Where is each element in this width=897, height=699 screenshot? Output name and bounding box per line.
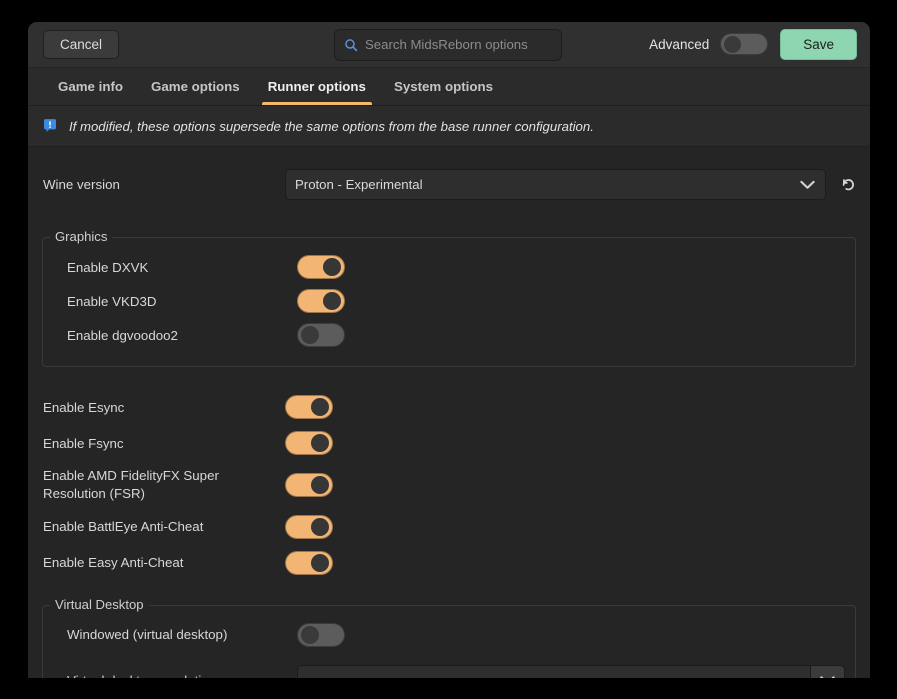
enable-fsr-toggle[interactable]	[285, 472, 333, 497]
cancel-button[interactable]: Cancel	[43, 29, 120, 60]
chevron-down-icon	[800, 180, 815, 189]
enable-esync-label: Enable Esync	[43, 399, 125, 415]
search-input[interactable]	[365, 37, 552, 52]
wine-version-label: Wine version	[43, 177, 120, 192]
info-icon	[44, 119, 56, 132]
graphics-group: Graphics Enable DXVK Enable VKD3D Enable…	[42, 229, 856, 367]
toggle-knob	[311, 398, 329, 416]
toggle-knob	[311, 434, 329, 452]
info-banner: If modified, these options supersede the…	[28, 106, 870, 147]
enable-fsr-label: Enable AMD FidelityFX Super Resolution (…	[43, 468, 219, 501]
option-row-enable-fsr: Enable AMD FidelityFX Super Resolution (…	[43, 461, 856, 509]
undo-arrow-icon	[842, 179, 854, 191]
windowed-label: Windowed (virtual desktop)	[67, 627, 228, 643]
advanced-toggle[interactable]	[720, 33, 769, 56]
toggle-knob	[301, 625, 319, 644]
tab-bar: Game info Game options Runner options Sy…	[28, 68, 870, 106]
header-right-group: Advanced Save	[649, 28, 857, 61]
tab-game-info[interactable]: Game info	[44, 68, 137, 105]
wine-version-select[interactable]: Proton - Experimental	[285, 169, 826, 200]
enable-dxvk-label: Enable DXVK	[67, 259, 149, 275]
virtual-desktop-group-title: Virtual Desktop	[50, 596, 149, 612]
enable-dgvoodoo2-label: Enable dgvoodoo2	[67, 327, 178, 343]
tab-runner-options[interactable]: Runner options	[254, 68, 380, 105]
toggle-knob	[323, 258, 341, 276]
enable-fsync-label: Enable Fsync	[43, 435, 124, 451]
wine-version-value: Proton - Experimental	[295, 177, 423, 192]
option-row-enable-fsync: Enable Fsync	[43, 425, 856, 461]
virtual-desktop-resolution-dropdown-button[interactable]	[811, 664, 845, 678]
chevron-down-icon	[820, 676, 835, 678]
enable-vkd3d-toggle[interactable]	[297, 289, 345, 313]
enable-dxvk-toggle[interactable]	[297, 255, 345, 279]
advanced-label: Advanced	[649, 36, 710, 52]
enable-dgvoodoo2-toggle[interactable]	[297, 323, 345, 347]
virtual-desktop-group: Virtual Desktop Windowed (virtual deskto…	[42, 596, 856, 678]
enable-battleye-toggle[interactable]	[285, 514, 333, 539]
tab-system-options[interactable]: System options	[380, 68, 507, 105]
toggle-knob	[724, 36, 742, 54]
header-bar: Cancel Advanced Save	[28, 22, 870, 68]
windowed-toggle[interactable]	[297, 622, 345, 647]
option-row-enable-dxvk: Enable DXVK	[53, 250, 845, 284]
reset-wine-version-button[interactable]	[838, 171, 856, 199]
search-icon	[345, 38, 358, 51]
option-row-enable-battleye: Enable BattlEye Anti-Cheat	[43, 509, 856, 545]
toggle-knob	[323, 292, 341, 310]
option-row-enable-eac: Enable Easy Anti-Cheat	[43, 545, 856, 581]
tab-game-options[interactable]: Game options	[137, 68, 254, 105]
graphics-group-title: Graphics	[50, 229, 113, 244]
search-field[interactable]	[334, 28, 562, 61]
option-row-enable-dgvoodoo2: Enable dgvoodoo2	[53, 318, 845, 352]
option-row-enable-esync: Enable Esync	[43, 389, 856, 425]
toggle-knob	[311, 517, 329, 536]
enable-fsync-toggle[interactable]	[285, 431, 333, 455]
virtual-desktop-resolution-label: Virtual desktop resolution	[53, 673, 297, 678]
enable-esync-toggle[interactable]	[285, 395, 333, 419]
option-row-virtual-desktop-resolution: Virtual desktop resolution	[53, 662, 845, 678]
enable-vkd3d-label: Enable VKD3D	[67, 293, 157, 309]
general-options-block: Enable Esync Enable Fsync Enable AMD Fid…	[42, 389, 856, 581]
preferences-window: Cancel Advanced Save Game info Game opti…	[28, 22, 870, 678]
options-scroll-area[interactable]: Wine version Proton - Experimental Graph…	[28, 147, 870, 678]
virtual-desktop-resolution-input[interactable]	[297, 664, 811, 678]
enable-eac-toggle[interactable]	[285, 550, 333, 575]
toggle-knob	[311, 553, 329, 572]
toggle-knob	[301, 326, 319, 344]
wine-version-row: Wine version Proton - Experimental	[42, 147, 856, 218]
enable-battleye-label: Enable BattlEye Anti-Cheat	[43, 519, 204, 535]
toggle-knob	[311, 475, 329, 494]
banner-text: If modified, these options supersede the…	[69, 118, 594, 134]
enable-eac-label: Enable Easy Anti-Cheat	[43, 555, 184, 571]
option-row-windowed: Windowed (virtual desktop)	[53, 620, 845, 650]
option-row-enable-vkd3d: Enable VKD3D	[53, 284, 845, 318]
save-button[interactable]: Save	[780, 28, 857, 61]
